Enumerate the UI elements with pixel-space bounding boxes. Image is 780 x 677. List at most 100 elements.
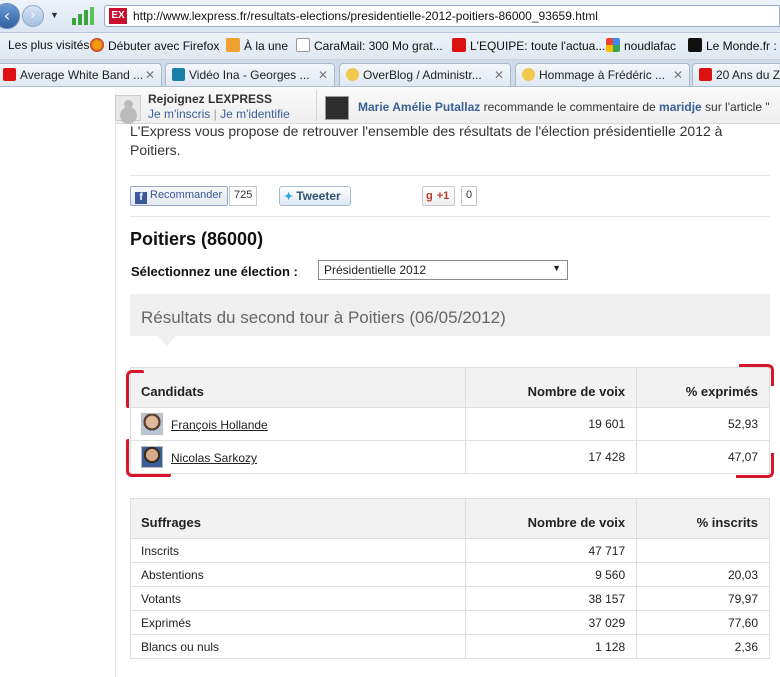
column-divider	[115, 88, 116, 677]
election-select-value: Présidentielle 2012	[324, 263, 427, 277]
results-header: Résultats du second tour à Poitiers (06/…	[130, 294, 770, 336]
candidate-link[interactable]: François Hollande	[171, 418, 268, 432]
page-icon	[296, 38, 310, 52]
table-row: Exprimés 37 029 77,60	[129, 610, 770, 635]
row-label: Votants	[129, 586, 467, 611]
vote-percent: 2,36	[636, 634, 770, 659]
tab-overblog[interactable]: OverBlog / Administr... ✕	[339, 63, 511, 86]
google-plus-button[interactable]: g +1	[422, 186, 455, 206]
tab-hommage[interactable]: Hommage à Frédéric ... ✕	[515, 63, 690, 86]
election-select-label: Sélectionnez une élection :	[131, 264, 298, 279]
google-plus-icon: g	[426, 190, 433, 202]
table-row: Nicolas Sarkozy 17 428 47,07	[129, 440, 770, 474]
row-label: Abstentions	[129, 562, 467, 587]
vote-count: 17 428	[465, 440, 638, 474]
account-links: Je m'inscris | Je m'identifie	[148, 107, 290, 121]
vote-count: 9 560	[465, 562, 638, 587]
column-header-candidates: Candidats	[129, 367, 467, 408]
vote-percent	[636, 538, 770, 563]
twitter-bird-icon: ✦	[284, 191, 294, 203]
facebook-count: 725	[229, 186, 258, 206]
tab-strip: Average White Band ... ✕ Vidéo Ina - Geor…	[0, 60, 780, 87]
results-title: Résultats du second tour à Poitiers (06/…	[141, 308, 506, 327]
results-header-notch	[158, 336, 176, 346]
overblog-icon	[346, 68, 359, 81]
bookmark-lemonde[interactable]: Le Monde.fr :	[688, 38, 777, 53]
vote-count: 38 157	[465, 586, 638, 611]
back-button[interactable]: ‹	[0, 3, 20, 29]
back-arrow-icon: ‹	[3, 6, 11, 25]
column-header-suffrages: Suffrages	[129, 498, 467, 539]
recommender-avatar[interactable]	[325, 96, 349, 120]
tab-20-ans[interactable]: 20 Ans du Z	[692, 63, 780, 86]
link-separator: |	[213, 107, 217, 121]
bookmarks-toolbar: Les plus visités Débuter avec Firefox À …	[0, 33, 780, 60]
row-label: Exprimés	[129, 610, 467, 635]
vote-percent: 79,97	[636, 586, 770, 611]
vote-count: 37 029	[465, 610, 638, 635]
browser-navbar: ‹ › ▼ EX http://www.lexpress.fr/resultat…	[0, 0, 780, 33]
annotation-bracket	[126, 370, 144, 408]
user-avatar-icon	[115, 95, 141, 121]
ina-icon	[172, 68, 185, 81]
close-tab-icon[interactable]: ✕	[494, 68, 504, 82]
vote-count: 19 601	[465, 407, 638, 441]
youtube-icon	[699, 68, 712, 81]
table-row: Inscrits 47 717	[129, 538, 770, 563]
recommender-name[interactable]: Marie Amélie Putallaz	[358, 100, 480, 114]
table-row: Blancs ou nuls 1 128 2,36	[129, 634, 770, 659]
candidate-link[interactable]: Nicolas Sarkozy	[171, 451, 257, 465]
chevron-down-icon: ▼	[552, 263, 561, 273]
forward-arrow-icon: ›	[30, 8, 36, 23]
bookmark-firefox[interactable]: Débuter avec Firefox	[90, 38, 219, 53]
overblog-icon	[522, 68, 535, 81]
close-tab-icon[interactable]: ✕	[673, 68, 683, 82]
annotation-bracket	[126, 439, 171, 477]
annotation-bracket	[736, 453, 774, 478]
social-connect-bar: Rejoignez LEXPRESS Je m'inscris | Je m'i…	[115, 88, 780, 124]
column-header-percent-registered: % inscrits	[636, 498, 770, 539]
tweet-button[interactable]: ✦ Tweeter	[279, 186, 351, 206]
vote-percent: 77,60	[636, 610, 770, 635]
rss-icon	[226, 38, 240, 52]
firefox-icon	[90, 38, 104, 52]
row-label: Blancs ou nuls	[129, 634, 467, 659]
bookmark-lequipe[interactable]: L'EQUIPE: toute l'actua...	[452, 38, 605, 53]
divider	[316, 91, 317, 121]
url-text[interactable]: http://www.lexpress.fr/resultats-electio…	[133, 9, 598, 23]
divider	[130, 216, 770, 217]
google-icon	[606, 38, 620, 52]
address-bar[interactable]: EX http://www.lexpress.fr/resultats-elec…	[104, 5, 780, 27]
lequipe-icon	[452, 38, 466, 52]
join-title: Rejoignez LEXPRESS	[148, 92, 273, 106]
intro-text: L'Express vous propose de retrouver l'en…	[130, 123, 723, 158]
login-link[interactable]: Je m'identifie	[220, 107, 290, 121]
close-tab-icon[interactable]: ✕	[145, 68, 155, 82]
signup-link[interactable]: Je m'inscris	[148, 107, 210, 121]
column-header-votes: Nombre de voix	[465, 498, 638, 539]
table-row: François Hollande 19 601 52,93	[129, 407, 770, 441]
tab-video-ina[interactable]: Vidéo Ina - Georges ... ✕	[165, 63, 335, 86]
row-label: Inscrits	[129, 538, 467, 563]
forward-button[interactable]: ›	[22, 5, 44, 27]
facebook-icon: f	[135, 192, 147, 204]
tab-average-white-band[interactable]: Average White Band ... ✕	[0, 63, 162, 86]
vote-percent: 52,93	[636, 407, 770, 441]
bookmark-rss[interactable]: À la une	[226, 38, 288, 53]
history-dropdown-icon[interactable]: ▼	[50, 10, 59, 20]
annotation-bracket	[739, 364, 774, 386]
bookmark-noudlafac[interactable]: noudlafac	[606, 38, 676, 53]
election-select[interactable]: Présidentielle 2012 ▼	[318, 260, 568, 280]
lemonde-icon	[688, 38, 702, 52]
candidates-table: Candidats Nombre de voix % exprimés Fran…	[129, 367, 770, 474]
bookmark-caramail[interactable]: CaraMail: 300 Mo grat...	[296, 38, 443, 53]
close-tab-icon[interactable]: ✕	[318, 68, 328, 82]
commenter-name[interactable]: maridje	[659, 100, 702, 114]
recommendation-text: Marie Amélie Putallaz recommande le comm…	[358, 100, 770, 114]
table-row: Votants 38 157 79,97	[129, 586, 770, 611]
facebook-recommend-button[interactable]: f Recommander	[130, 186, 229, 206]
divider	[130, 175, 770, 176]
vote-count: 47 717	[465, 538, 638, 563]
bookmark-most-visited[interactable]: Les plus visités	[8, 38, 89, 52]
google-plus-count: 0	[461, 186, 478, 206]
